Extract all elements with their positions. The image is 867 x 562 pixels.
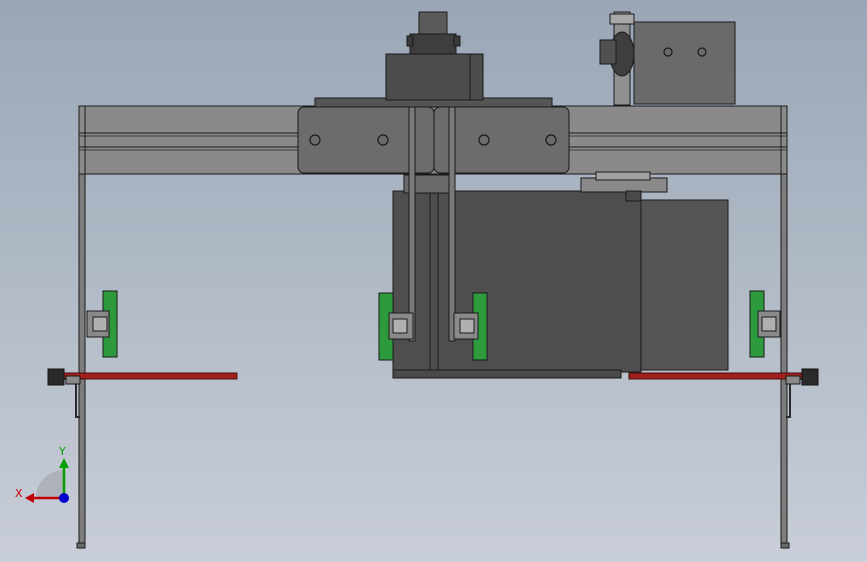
upper-right-motor xyxy=(599,11,736,106)
orientation-triad[interactable]: Y X xyxy=(15,445,69,503)
upper-drive-unit xyxy=(314,11,553,108)
cad-viewport[interactable]: Y X xyxy=(0,0,867,562)
axis-x-label: X xyxy=(15,487,23,500)
red-rod-right xyxy=(628,368,819,418)
axis-y-label: Y xyxy=(58,445,66,458)
red-rod-left xyxy=(47,368,238,418)
lower-motor-housing xyxy=(392,171,729,379)
guide-left xyxy=(86,290,118,358)
guide-right xyxy=(749,290,781,358)
assembly-front-view: Y X xyxy=(15,11,819,549)
